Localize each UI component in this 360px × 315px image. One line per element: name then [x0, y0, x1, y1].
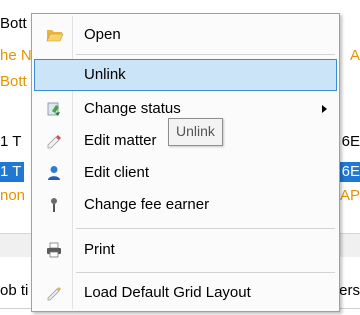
client-person-icon	[46, 165, 62, 181]
menu-item-label: Unlink	[84, 66, 126, 83]
grid-cell-fragment: non	[0, 187, 26, 204]
menu-separator	[76, 272, 335, 273]
status-change-icon	[46, 101, 62, 117]
menu-item-label: Edit matter	[84, 132, 157, 149]
grid-cell-fragment: 1 T	[0, 163, 22, 180]
menu-item-label: Change status	[84, 100, 181, 117]
menu-item-label: Change fee earner	[84, 196, 210, 213]
menu-item-label: Print	[84, 241, 115, 258]
menu-item-edit-client[interactable]: Edit client	[34, 157, 337, 189]
menu-item-unlink[interactable]: Unlink	[34, 59, 337, 91]
grid-layout-icon	[46, 285, 62, 301]
menu-item-print[interactable]: Print	[34, 234, 337, 266]
grid-cell-fragment: AP	[339, 187, 360, 204]
grid-cell-fragment: A	[349, 47, 360, 64]
grid-cell-fragment: Bott	[0, 15, 27, 32]
menu-separator	[76, 54, 335, 55]
fee-earner-icon	[46, 197, 62, 213]
grid-cell-fragment: 6E	[341, 133, 360, 150]
edit-matter-icon	[46, 133, 62, 149]
tooltip: Unlink	[168, 118, 223, 146]
menu-separator	[76, 228, 335, 229]
menu-item-load-default-grid-layout[interactable]: Load Default Grid Layout	[34, 277, 337, 309]
grid-cell-fragment: Bott	[0, 73, 27, 90]
menu-item-label: Open	[84, 26, 121, 43]
grid-cell-fragment: he N	[0, 47, 32, 64]
menu-item-change-fee-earner[interactable]: Change fee earner	[34, 189, 337, 221]
grid-cell-fragment: ob ti	[0, 282, 29, 299]
printer-icon	[46, 242, 62, 258]
context-menu: Open Unlink Change status Edit matter Ed…	[31, 13, 340, 312]
folder-open-icon	[46, 27, 64, 43]
submenu-arrow-icon	[322, 105, 327, 113]
menu-item-label: Load Default Grid Layout	[84, 284, 251, 301]
grid-cell-fragment: 6E	[341, 163, 360, 180]
grid-cell-fragment: 1 T	[0, 133, 22, 150]
menu-item-open[interactable]: Open	[34, 19, 337, 51]
menu-item-label: Edit client	[84, 164, 150, 181]
